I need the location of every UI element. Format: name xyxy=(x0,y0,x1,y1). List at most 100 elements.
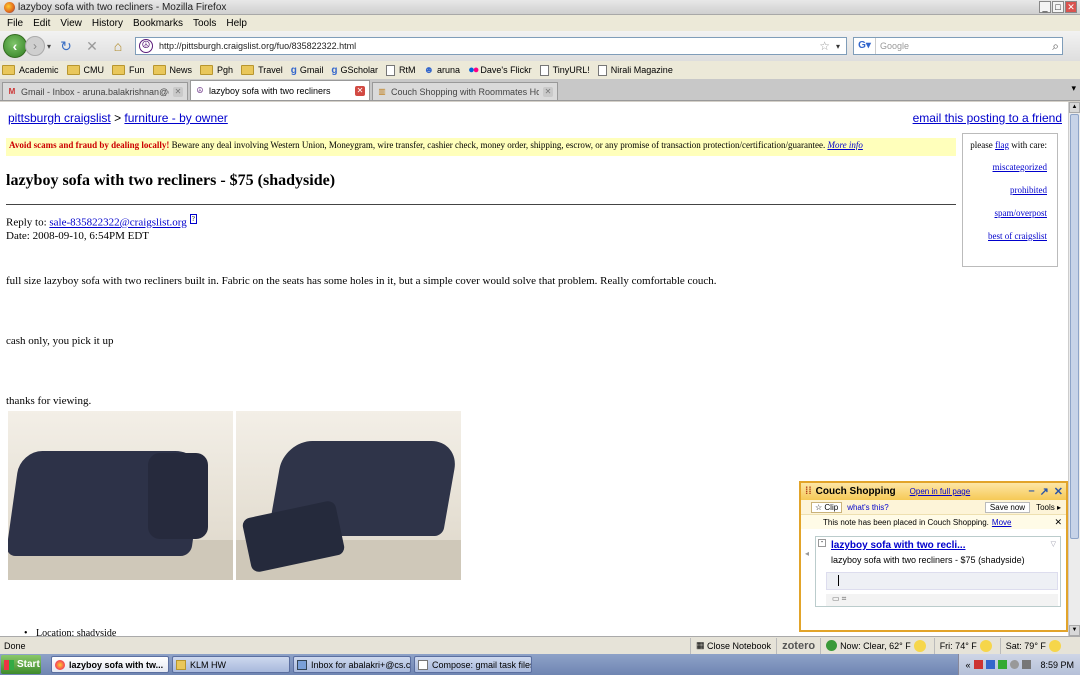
warning-text: Beware any deal involving Western Union,… xyxy=(171,140,826,150)
menu-edit[interactable]: Edit xyxy=(28,18,55,29)
bookmark-nirali-magazine[interactable]: Nirali Magazine xyxy=(597,64,673,76)
tab-gmail[interactable]: M Gmail - Inbox - aruna.balakrishnan@gma… xyxy=(2,82,188,100)
reply-email-link[interactable]: sale-835822322@craigslist.org xyxy=(49,217,186,229)
save-now-button[interactable]: Save now xyxy=(984,501,1031,513)
search-box[interactable]: G▾ Google ⌕ xyxy=(853,37,1064,55)
note-menu-icon[interactable]: ▽ xyxy=(1051,540,1056,548)
tab-close-icon[interactable]: ✕ xyxy=(355,85,365,96)
minimize-icon[interactable]: – xyxy=(1028,485,1034,498)
more-info-link[interactable]: More info xyxy=(827,140,862,150)
back-button[interactable]: ‹ xyxy=(3,34,27,58)
tab-couch-shopping[interactable]: ▥ Couch Shopping with Roommates Home... … xyxy=(372,82,558,100)
bookmark-aruna[interactable]: ☻ aruna xyxy=(424,65,461,76)
bookmark-daves-flickr[interactable]: ●● Dave's Flickr xyxy=(468,64,532,76)
taskbar-item-klm-hw[interactable]: KLM HW xyxy=(172,656,290,673)
taskbar-item-compose[interactable]: Compose: gmail task files xyxy=(414,656,532,673)
tab-list-icon[interactable]: ▾ xyxy=(1071,83,1076,94)
bookmark-cmu[interactable]: CMU xyxy=(66,65,104,75)
menu-history[interactable]: History xyxy=(87,18,128,29)
clip-button[interactable]: ☆ Clip xyxy=(811,501,843,513)
menu-tools[interactable]: Tools xyxy=(188,18,221,29)
sofa-photo-2[interactable] xyxy=(236,411,461,580)
volume-icon[interactable] xyxy=(1022,660,1032,669)
bookmark-tinyurl[interactable]: TinyURL! xyxy=(539,64,590,76)
bookmark-label: GScholar xyxy=(340,65,378,75)
tray-app-icon[interactable] xyxy=(986,660,996,669)
maximize-icon[interactable]: □ xyxy=(1052,1,1064,13)
flag-best-of-link[interactable]: best of craigslist xyxy=(963,231,1047,241)
open-full-page-link[interactable]: Open in full page xyxy=(910,487,971,496)
stop-icon[interactable]: ✕ xyxy=(81,35,103,57)
tools-menu[interactable]: Tools ▸ xyxy=(1036,503,1061,512)
tray-app-icon[interactable] xyxy=(998,660,1008,669)
tag-icon[interactable]: ⌗ xyxy=(842,594,847,603)
close-notebook-button[interactable]: ▦ Close Notebook xyxy=(690,637,776,654)
start-button[interactable]: Start xyxy=(1,655,41,674)
bookmark-pgh[interactable]: Pgh xyxy=(200,65,233,75)
flag-prohibited-link[interactable]: prohibited xyxy=(963,185,1047,195)
bookmark-news[interactable]: News xyxy=(152,65,192,75)
search-icon[interactable]: ⌕ xyxy=(1052,39,1059,54)
tab-close-icon[interactable]: ✕ xyxy=(173,86,183,97)
vertical-scrollbar[interactable]: ▲ ▼ xyxy=(1068,102,1080,636)
menu-view[interactable]: View xyxy=(55,18,87,29)
folder-icon xyxy=(200,65,214,75)
bookmark-travel[interactable]: Travel xyxy=(241,65,283,75)
flag-link[interactable]: flag xyxy=(995,140,1009,150)
bookmark-gmail[interactable]: g Gmail xyxy=(291,65,324,76)
flag-spam-link[interactable]: spam/overpost xyxy=(963,208,1048,218)
tray-expand-icon[interactable]: « xyxy=(965,660,970,670)
note-comment-input[interactable] xyxy=(826,572,1058,590)
home-icon[interactable]: ⌂ xyxy=(107,35,129,57)
close-icon[interactable]: ✕ xyxy=(1054,485,1063,498)
bookmark-gscholar[interactable]: g GScholar xyxy=(331,65,378,76)
bookmark-rtm[interactable]: RtM xyxy=(386,64,416,76)
taskbar-item-inbox[interactable]: Inbox for abalakri+@cs.c... xyxy=(293,656,411,673)
close-icon[interactable]: ✕ xyxy=(1065,1,1077,13)
google-icon[interactable]: G▾ xyxy=(854,38,877,54)
whats-this-link[interactable]: what's this? xyxy=(847,503,889,512)
bookmark-fun[interactable]: Fun xyxy=(112,65,145,75)
weather-saturday[interactable]: Sat: 79° F xyxy=(999,637,1069,654)
weather-friday[interactable]: Fri: 74° F xyxy=(933,637,1000,654)
taskbar-item-firefox[interactable]: lazyboy sofa with tw... xyxy=(51,656,169,673)
flag-pre: please xyxy=(970,140,993,150)
email-help-icon[interactable]: ? xyxy=(189,214,197,224)
reply-to: Reply to: sale-835822322@craigslist.org? xyxy=(6,214,197,229)
expand-icon[interactable]: ↗ xyxy=(1040,485,1049,498)
bookmark-label: Fun xyxy=(129,65,145,75)
weather-now[interactable]: Now: Clear, 62° F xyxy=(820,637,934,654)
zotero-button[interactable]: zotero xyxy=(776,637,820,654)
forward-button[interactable]: › xyxy=(25,36,45,56)
sofa-photo-1[interactable] xyxy=(8,411,233,580)
bookmark-academic[interactable]: Academic xyxy=(2,65,59,75)
breadcrumb-city-link[interactable]: pittsburgh craigslist xyxy=(8,111,111,125)
scroll-down-icon[interactable]: ▼ xyxy=(1069,625,1080,636)
url-bar[interactable]: ☮ http://pittsburgh.craigslist.org/fuo/8… xyxy=(135,37,848,55)
breadcrumb-category-link[interactable]: furniture - by owner xyxy=(124,111,227,125)
collapse-icon[interactable]: - xyxy=(818,539,826,547)
comment-icon[interactable]: ▭ xyxy=(832,594,840,603)
history-dropdown-icon[interactable]: ▾ xyxy=(47,42,51,51)
menu-file[interactable]: File xyxy=(2,18,28,29)
tab-close-icon[interactable]: ✕ xyxy=(543,86,553,97)
flag-miscategorized-link[interactable]: miscategorized xyxy=(963,162,1047,172)
minimize-icon[interactable]: _ xyxy=(1039,1,1051,13)
url-text[interactable]: http://pittsburgh.craigslist.org/fuo/835… xyxy=(159,41,819,51)
email-posting-link[interactable]: email this posting to a friend xyxy=(913,111,1062,125)
dismiss-icon[interactable]: ✕ xyxy=(1054,517,1062,528)
search-input[interactable]: Google xyxy=(876,41,1052,51)
collapse-arrow-icon[interactable]: ◂ xyxy=(805,549,809,558)
scroll-up-icon[interactable]: ▲ xyxy=(1069,102,1080,113)
menu-bookmarks[interactable]: Bookmarks xyxy=(128,18,188,29)
note-card-title-link[interactable]: lazyboy sofa with two recli... xyxy=(831,540,965,551)
tab-lazyboy-sofa[interactable]: ☮ lazyboy sofa with two recliners ✕ xyxy=(190,80,370,100)
bookmark-star-icon[interactable]: ☆ xyxy=(819,39,830,53)
scroll-thumb[interactable] xyxy=(1070,114,1079,539)
network-icon[interactable] xyxy=(1010,660,1020,669)
tray-app-icon[interactable] xyxy=(974,660,984,669)
move-link[interactable]: Move xyxy=(992,518,1012,527)
url-dropdown-icon[interactable]: ▾ xyxy=(836,42,840,51)
reload-icon[interactable]: ↻ xyxy=(55,35,77,57)
menu-help[interactable]: Help xyxy=(221,18,252,29)
